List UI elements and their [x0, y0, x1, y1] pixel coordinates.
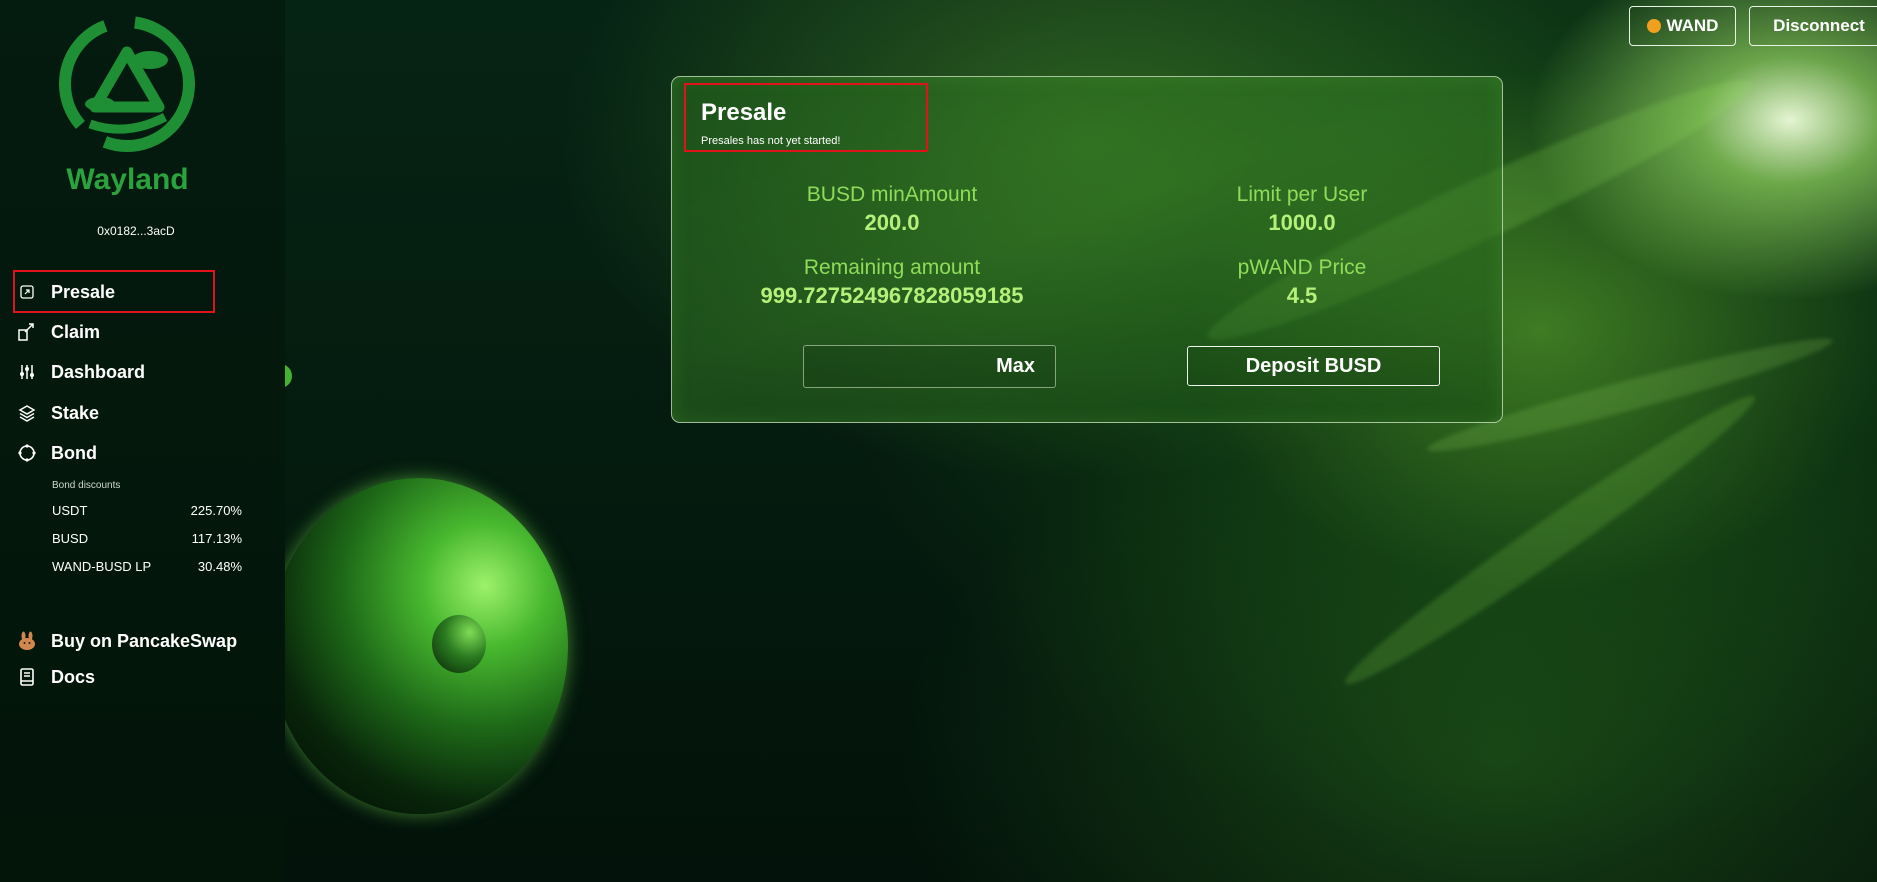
stat-min-amount: BUSD minAmount 200.0: [742, 183, 1042, 236]
sidebar-item-label: Stake: [51, 402, 100, 423]
bond-name: WAND-BUSD LP: [52, 559, 152, 574]
disconnect-label: Disconnect: [1773, 16, 1865, 35]
token-status-dot: [1646, 19, 1661, 33]
sidebar-item-claim[interactable]: Claim: [16, 312, 100, 352]
bond-value: 117.13%: [191, 531, 242, 546]
bond-discounts-title: Bond discounts: [52, 480, 121, 491]
stat-value: 4.5: [1286, 283, 1318, 308]
max-button[interactable]: Max: [996, 355, 1035, 378]
stat-label: pWAND Price: [1237, 256, 1367, 279]
stat-pwand-price: pWAND Price 4.5: [1152, 256, 1452, 309]
stat-label: Remaining amount: [803, 256, 981, 279]
amount-input[interactable]: Max: [803, 345, 1056, 388]
book-icon: [16, 666, 38, 688]
claim-icon: [16, 321, 38, 343]
stat-label: BUSD minAmount: [806, 183, 978, 206]
sidebar-item-label: Claim: [51, 321, 101, 342]
stat-limit-per-user: Limit per User 1000.0: [1152, 183, 1452, 236]
sidebar-link-label: Docs: [51, 666, 96, 687]
pancake-icon: [16, 630, 38, 652]
stat-value: 200.0: [864, 210, 920, 235]
moon-image: [432, 615, 486, 673]
bond-discount-row[interactable]: BUSD 117.13%: [52, 531, 242, 546]
wayland-logo: [59, 16, 195, 152]
sidebar-item-bond[interactable]: Bond: [16, 433, 97, 473]
brand-name: Wayland: [66, 163, 189, 196]
bond-value: 225.70%: [190, 503, 242, 518]
stat-value: 1000.0: [1268, 210, 1336, 235]
deposit-busd-button[interactable]: Deposit BUSD: [1187, 346, 1440, 386]
sidebar-item-dashboard[interactable]: Dashboard: [16, 352, 145, 392]
bond-discount-row[interactable]: USDT 225.70%: [52, 503, 242, 518]
stat-label: Limit per User: [1236, 183, 1368, 206]
bond-icon: [16, 442, 38, 464]
planet-image: [270, 478, 568, 814]
layers-icon: [16, 402, 38, 424]
presale-status: Presales has not yet started!: [701, 135, 841, 147]
wallet-address[interactable]: 0x0182...3acD: [0, 224, 272, 238]
presale-title: Presale: [701, 99, 787, 126]
sidebar-link-label: Buy on PancakeSwap: [51, 630, 238, 651]
deposit-label: Deposit BUSD: [1245, 354, 1382, 377]
bond-value: 30.48%: [197, 559, 242, 574]
presale-card: Presale Presales has not yet started! BU…: [671, 76, 1503, 423]
token-label: WAND: [1666, 16, 1719, 35]
stat-value: 999.727524967828059185: [760, 283, 1024, 308]
sidebar: Wayland 0x0182...3acD Presale Claim Dash…: [0, 0, 285, 882]
bond-discount-row[interactable]: WAND-BUSD LP 30.48%: [52, 559, 242, 574]
sidebar-item-label: Bond: [51, 442, 97, 463]
disconnect-button[interactable]: Disconnect: [1749, 6, 1877, 46]
sliders-icon: [16, 361, 38, 383]
sidebar-item-stake[interactable]: Stake: [16, 393, 99, 433]
sidebar-link-docs[interactable]: Docs: [16, 657, 95, 697]
stat-remaining-amount: Remaining amount 999.727524967828059185: [742, 256, 1042, 309]
external-link-icon: [16, 281, 38, 303]
sidebar-item-label: Presale: [51, 281, 116, 302]
bond-name: USDT: [52, 503, 88, 518]
bond-name: BUSD: [52, 531, 89, 546]
sidebar-item-presale[interactable]: Presale: [16, 272, 115, 312]
sidebar-link-pancakeswap[interactable]: Buy on PancakeSwap: [16, 621, 237, 661]
token-wand-button[interactable]: WAND: [1629, 6, 1736, 46]
sidebar-item-label: Dashboard: [51, 361, 146, 382]
